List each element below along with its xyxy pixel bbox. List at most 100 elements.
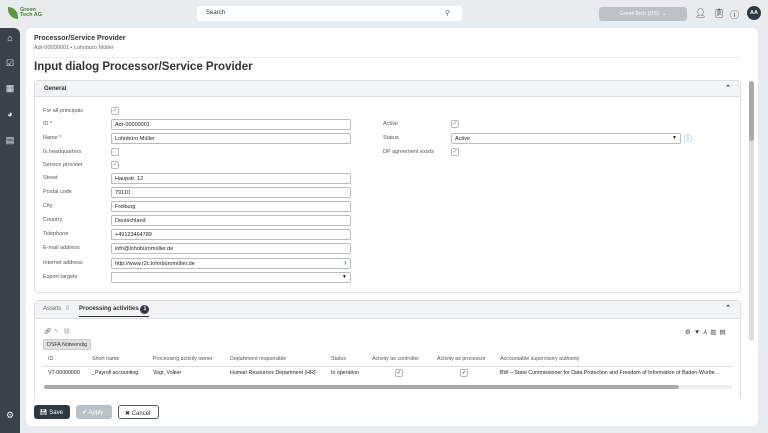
- tab-assets[interactable]: Assets 0: [43, 306, 69, 312]
- field-input[interactable]: 79110: [111, 187, 351, 198]
- general-header[interactable]: General ⌃: [35, 81, 740, 97]
- field-value: Adr-00000001: [115, 122, 150, 128]
- info-icon[interactable]: ⓘ: [730, 8, 739, 21]
- field-input[interactable]: Freiburg: [111, 201, 351, 212]
- link-icon[interactable]: 🔗︎: [44, 328, 52, 335]
- field-input[interactable]: Haupstr. 12: [111, 173, 351, 184]
- table-cell: In operation: [331, 370, 359, 376]
- field-label: City: [43, 203, 53, 209]
- field-value: Deutschland: [115, 218, 146, 224]
- home-icon[interactable]: ⌂: [0, 33, 20, 43]
- field-value: 79110: [115, 190, 130, 196]
- logo: Green Tech AG: [8, 7, 42, 19]
- filter-icon[interactable]: ▼: [694, 329, 703, 336]
- info-icon[interactable]: ⓘ: [684, 133, 692, 144]
- column-header[interactable]: Activity as controller: [372, 356, 419, 362]
- horizontal-scrollbar[interactable]: [44, 385, 732, 389]
- table-cell: ✓: [395, 369, 403, 377]
- field-input[interactable]: +49123464789: [111, 229, 351, 240]
- export-icon[interactable]: ▤: [719, 329, 728, 336]
- settings-icon[interactable]: ⚙: [685, 329, 694, 336]
- tenant-select[interactable]: GreenTech (DS) ⌄: [599, 7, 687, 21]
- table-divider: [42, 366, 732, 367]
- field-label: Postal code: [43, 189, 72, 195]
- field-label: Export targets: [43, 274, 78, 280]
- user-icon[interactable]: 👤︎: [695, 8, 706, 19]
- table-cell: BW – State Commissioner for Data Protect…: [500, 370, 720, 376]
- scrollbar[interactable]: [749, 81, 754, 341]
- dp-agreement-label: DP agreement exists: [383, 149, 434, 155]
- field-label: E-mail address: [43, 245, 80, 251]
- divider: [34, 57, 741, 58]
- column-header[interactable]: Accountable supervisory authority: [500, 356, 580, 362]
- field-label: Is headquarters: [43, 149, 82, 155]
- column-header[interactable]: ID: [48, 356, 53, 362]
- table-toolbar: ⚙▼⅄▥▤: [685, 328, 729, 336]
- leaf-icon: [8, 7, 18, 19]
- field-label: Name *: [43, 135, 62, 141]
- field-checkbox[interactable]: ✓: [111, 107, 119, 115]
- column-header[interactable]: Processing activity owner: [153, 356, 213, 362]
- calendar-icon[interactable]: ▦: [0, 83, 20, 94]
- cancel-label: Cancel: [131, 411, 151, 417]
- column-header[interactable]: Activity as processor: [437, 356, 486, 362]
- page-title: Input dialog Processor/Service Provider: [34, 61, 253, 73]
- field-checkbox[interactable]: ✓: [111, 161, 119, 169]
- checklist-icon[interactable]: ☑: [0, 58, 20, 69]
- column-header[interactable]: Status: [331, 356, 346, 362]
- tenant-label: GreenTech (DS): [619, 11, 660, 17]
- logo-text: Green Tech AG: [20, 7, 43, 18]
- gear-icon[interactable]: ⚙: [0, 410, 20, 421]
- table-cell: _Payroll accounting: [92, 370, 139, 376]
- field-label: ID *: [43, 121, 53, 127]
- tab-processing-activities[interactable]: Processing activities 1: [79, 305, 150, 317]
- assets-count: 0: [65, 306, 70, 312]
- field-label: Service provider: [43, 162, 83, 168]
- field-input[interactable]: info@lohnbüromüller.de: [111, 243, 351, 254]
- field-label: Country: [43, 217, 63, 223]
- active-label: Active: [383, 121, 398, 127]
- field-value: http://www.r2c.lohnbüromüller.de: [115, 261, 195, 267]
- tab-processing-label: Processing activities: [79, 306, 139, 312]
- status-label: Status: [383, 135, 399, 141]
- status-value: Active: [455, 136, 470, 142]
- column-header[interactable]: Department responsible: [230, 356, 286, 362]
- search-input[interactable]: Search ⚲: [197, 6, 462, 21]
- open-link-icon[interactable]: ›: [344, 258, 347, 267]
- dsfa-button[interactable]: DSFA Notwendig: [43, 339, 92, 350]
- search-placeholder: Search: [206, 10, 226, 16]
- export-targets-select[interactable]: ▼: [111, 272, 351, 283]
- search-icon[interactable]: ⚲: [445, 9, 450, 17]
- chevron-up-icon[interactable]: ⌃: [725, 304, 731, 312]
- breadcrumb-title: Processor/Service Provider: [34, 35, 126, 42]
- field-input[interactable]: Lohnbüro Müller: [111, 133, 351, 144]
- table-cell: VT-00000000: [48, 370, 80, 376]
- field-input[interactable]: http://www.r2c.lohnbüromüller.de: [111, 258, 351, 269]
- clipboard-icon[interactable]: 📋︎: [713, 8, 724, 19]
- edit-icon[interactable]: ✎: [54, 328, 59, 335]
- chevron-up-icon[interactable]: ⌃: [725, 84, 731, 92]
- table-cell: ✓: [460, 369, 468, 377]
- status-select[interactable]: Active ▼: [451, 133, 681, 144]
- active-checkbox[interactable]: ✓: [451, 120, 459, 128]
- apply-button[interactable]: ✔ Apply: [76, 405, 112, 419]
- field-checkbox[interactable]: [111, 148, 119, 156]
- unlink-icon[interactable]: ⛓: [63, 328, 71, 335]
- breadcrumb-sub: Adr-00000001 • Lohnbüro Müller: [34, 45, 114, 51]
- report-icon[interactable]: ▤: [0, 135, 20, 146]
- avatar[interactable]: AA: [747, 6, 761, 20]
- tab-assets-label: Assets: [43, 306, 62, 312]
- cancel-button[interactable]: ✖ Cancel: [118, 405, 159, 419]
- field-input[interactable]: Deutschland: [111, 215, 351, 226]
- field-value: +49123464789: [115, 232, 152, 238]
- field-value: Haupstr. 12: [115, 176, 144, 182]
- column-header[interactable]: Short name: [92, 356, 119, 362]
- save-label: Save: [49, 410, 63, 416]
- field-value: Lohnbüro Müller: [115, 136, 155, 142]
- field-input[interactable]: Adr-00000001: [111, 119, 351, 130]
- field-label: Street: [43, 175, 58, 181]
- field-label: Telephone: [43, 231, 69, 237]
- dp-agreement-checkbox[interactable]: ✓: [451, 148, 459, 156]
- pie-chart-icon[interactable]: ◕: [0, 109, 20, 119]
- save-button[interactable]: 💾︎ Save: [34, 405, 70, 419]
